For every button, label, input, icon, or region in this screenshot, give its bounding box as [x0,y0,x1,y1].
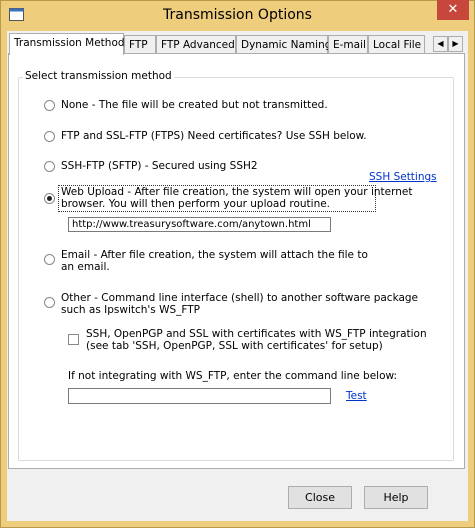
label-other-line1: Other - Command line interface (shell) t… [61,292,419,304]
radio-none[interactable] [44,100,55,111]
group-label: Select transmission method [23,70,174,82]
label-web-upload-line2: browser. You will then perform your uplo… [61,198,331,210]
dialog-client: Transmission Method FTP FTP Advanced Dyn… [7,31,468,521]
label-email-line1: Email - After file creation, the system … [61,249,368,261]
label-sftp: SSH-FTP (SFTP) - Secured using SSH2 [61,160,258,172]
tab-dynamic-naming[interactable]: Dynamic Naming [236,35,331,53]
label-web-upload-line1: Web Upload - After file creation, the sy… [61,186,413,198]
command-line-label: If not integrating with WS_FTP, enter th… [68,370,398,382]
tab-email[interactable]: E-mail [328,35,368,53]
label-ftp: FTP and SSL-FTP (FTPS) Need certificates… [61,130,367,142]
tab-ftp-advanced[interactable]: FTP Advanced [156,35,236,53]
window-title: Transmission Options [163,7,312,23]
radio-web-upload[interactable] [44,193,55,204]
tab-scroll-left-icon[interactable]: ◀ [433,36,448,52]
radio-email[interactable] [44,254,55,265]
label-none: None - The file will be created but not … [61,99,328,111]
radio-ftp[interactable] [44,131,55,142]
tab-ftp[interactable]: FTP [124,35,156,53]
close-button[interactable]: Close [288,486,352,509]
transmission-method-group: Select transmission method None - The fi… [18,70,454,461]
ssh-settings-link[interactable]: SSH Settings [369,171,437,183]
help-button[interactable]: Help [364,486,428,509]
ws-ftp-integration-checkbox[interactable] [68,334,79,345]
tab-scroll-arrows: ◀ ▶ [433,36,463,52]
label-ws-ftp-line1: SSH, OpenPGP and SSL with certificates w… [86,328,427,340]
label-email-line2: an email. [61,261,110,273]
title-bar[interactable]: Transmission Options ✕ [0,0,475,31]
label-ws-ftp-line2: (see tab 'SSH, OpenPGP, SSL with certifi… [86,340,383,352]
command-line-input[interactable] [68,388,331,404]
tab-transmission-method[interactable]: Transmission Method [9,33,125,55]
tab-panel: Select transmission method None - The fi… [8,53,465,469]
web-upload-url-input[interactable]: http://www.treasurysoftware.com/anytown.… [68,217,331,232]
radio-sftp[interactable] [44,161,55,172]
label-other-line2: such as Ipswitch's WS_FTP [61,304,201,316]
tab-scroll-right-icon[interactable]: ▶ [448,36,463,52]
tab-local-file[interactable]: Local File [368,35,425,53]
radio-other[interactable] [44,297,55,308]
close-window-icon[interactable]: ✕ [437,0,469,20]
tab-bar: Transmission Method FTP FTP Advanced Dyn… [7,33,468,55]
test-link[interactable]: Test [346,390,367,402]
